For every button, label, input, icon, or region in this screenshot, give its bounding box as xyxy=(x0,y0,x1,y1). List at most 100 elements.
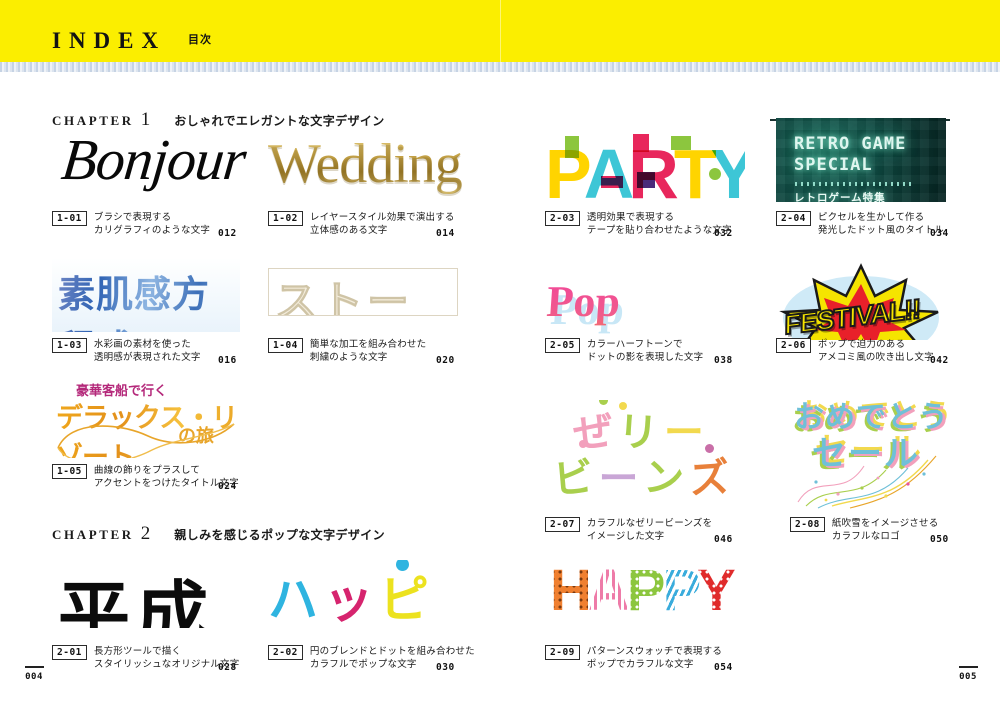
entry-2-06[interactable]: 2-06 ポップで迫力のある アメコミ風の吹き出し文字 xyxy=(776,338,934,365)
entry-2-08-line1: 紙吹雪をイメージさせる xyxy=(832,517,939,530)
artwork-retro-game: RETRO GAME SPECIAL レトロゲーム特集 xyxy=(776,118,946,202)
retro-game-dot-rule xyxy=(795,182,911,186)
entry-2-08[interactable]: 2-08 紙吹雪をイメージさせる カラフルなロゴ xyxy=(790,517,938,544)
deluxe-resort-swirl-flourish xyxy=(52,408,262,458)
artwork-wedding: Wedding xyxy=(268,132,468,202)
party-accent-block-2 xyxy=(633,134,649,152)
header-gutter-line xyxy=(500,0,501,62)
entry-1-03-line2: 透明感が表現された文字 xyxy=(94,351,201,364)
entry-2-01-line1: 長方形ツールで描く xyxy=(94,645,240,658)
artwork-omedetou-sale: おめでとう セール xyxy=(790,392,950,510)
jelly-bean-dot-4 xyxy=(705,444,714,453)
retro-game-japanese: レトロゲーム特集 xyxy=(794,190,946,202)
party-accent-block-3 xyxy=(637,172,655,188)
omedetou-confetti-streamers xyxy=(790,448,950,510)
entry-2-03-text: 透明効果で表現する テープを貼り合わせたような文字 xyxy=(587,211,732,238)
entry-1-01-badge: 1-01 xyxy=(52,211,87,226)
happy-letter-p1: P xyxy=(627,562,665,620)
entry-2-08-page: 050 xyxy=(930,534,949,545)
happy-katakana-char-2: ッ xyxy=(323,560,374,626)
folio-right-rule xyxy=(959,666,978,668)
artwork-jelly-beans: ぜ リ ー ビ ー ン ズ xyxy=(545,400,755,510)
entry-2-01[interactable]: 2-01 長方形ツールで描く スタイリッシュなオリジナル文字 xyxy=(52,645,239,672)
entry-2-07-line1: カラフルなゼリービーンズを xyxy=(587,517,712,530)
artwork-heisei: 平成 xyxy=(58,556,248,628)
entry-1-01-text: ブラシで表現する カリグラフィのような文字 xyxy=(94,211,210,238)
entry-1-02-text: レイヤースタイル効果で演出する 立体感のある文字 xyxy=(310,211,455,238)
entry-2-05-badge: 2-05 xyxy=(545,338,580,353)
entry-1-05-page: 024 xyxy=(218,481,237,492)
happy-english-letters: H A P P Y xyxy=(550,562,750,620)
entry-1-04-line1: 簡単な加工を組み合わせた xyxy=(310,338,426,351)
entry-2-08-badge: 2-08 xyxy=(790,517,825,532)
happy-letter-a: A xyxy=(588,562,629,620)
artwork-stole: ストール xyxy=(268,268,458,316)
entry-2-08-text: 紙吹雪をイメージさせる カラフルなロゴ xyxy=(832,517,939,544)
entry-2-09-line2: ポップでカラフルな文字 xyxy=(587,658,722,671)
artwork-happy-english: H A P P Y xyxy=(550,562,750,626)
entry-2-03[interactable]: 2-03 透明効果で表現する テープを貼り合わせたような文字 xyxy=(545,211,732,238)
entry-2-05[interactable]: 2-05 カラーハーフトーンで ドットの影を表現した文字 xyxy=(545,338,703,365)
jelly-char-7: ズ xyxy=(687,445,732,506)
page-title-japanese: 目次 xyxy=(188,35,212,46)
entry-2-09[interactable]: 2-09 パターンスウォッチで表現する ポップでカラフルな文字 xyxy=(545,645,722,672)
entry-2-03-badge: 2-03 xyxy=(545,211,580,226)
entry-2-07-line2: イメージした文字 xyxy=(587,530,712,543)
jelly-beans-line2: ビ ー ン ズ xyxy=(553,446,730,504)
entry-1-04-line2: 刺繍のような文字 xyxy=(310,351,426,364)
entry-2-04[interactable]: 2-04 ピクセルを生かして作る 発光したドット風のタイトル xyxy=(776,211,944,238)
entry-1-02-line2: 立体感のある文字 xyxy=(310,224,455,237)
entry-1-03-badge: 1-03 xyxy=(52,338,87,353)
entry-2-06-text: ポップで迫力のある アメコミ風の吹き出し文字 xyxy=(818,338,934,365)
happy-letter-y: Y xyxy=(697,562,735,620)
entry-2-09-badge: 2-09 xyxy=(545,645,580,660)
entry-2-06-line1: ポップで迫力のある xyxy=(818,338,934,351)
artwork-pop-cream: Pop Cream Pop Cream xyxy=(545,276,750,334)
entry-2-07-text: カラフルなゼリービーンズを イメージした文字 xyxy=(587,517,712,544)
entry-2-05-line2: ドットの影を表現した文字 xyxy=(587,351,703,364)
entry-2-03-page: 032 xyxy=(714,228,733,239)
entry-2-07[interactable]: 2-07 カラフルなゼリービーンズを イメージした文字 xyxy=(545,517,712,544)
entry-2-02-line1: 円のブレンドとドットを組み合わせた xyxy=(310,645,475,658)
entry-1-01-line2: カリグラフィのような文字 xyxy=(94,224,210,237)
entry-2-07-badge: 2-07 xyxy=(545,517,580,532)
jelly-bean-dot-2 xyxy=(619,402,627,410)
entry-1-03-line1: 水彩画の素材を使った xyxy=(94,338,201,351)
party-letter-a: A xyxy=(584,142,633,206)
folio-left: 004 xyxy=(14,666,54,682)
entry-2-08-line2: カラフルなロゴ xyxy=(832,530,939,543)
entry-1-02[interactable]: 1-02 レイヤースタイル効果で演出する 立体感のある文字 xyxy=(268,211,455,238)
artwork-suhada-reflection: 素肌感方程式 xyxy=(58,323,240,332)
entry-1-01-page: 012 xyxy=(218,228,237,239)
entry-1-02-badge: 1-02 xyxy=(268,211,303,226)
artwork-party: P A R T Y xyxy=(545,128,745,208)
entry-1-03[interactable]: 1-03 水彩画の素材を使った 透明感が表現された文字 xyxy=(52,338,201,365)
artwork-happy-katakana: ハ ッ ピ ー xyxy=(268,560,468,626)
entry-1-05-line1: 曲線の飾りをプラスして xyxy=(94,464,239,477)
entry-1-05[interactable]: 1-05 曲線の飾りをプラスして アクセントをつけたタイトル文字 xyxy=(52,464,239,491)
jelly-char-4: ビ xyxy=(551,444,597,505)
entry-1-01[interactable]: 1-01 ブラシで表現する カリグラフィのような文字 xyxy=(52,211,210,238)
folio-right: 005 xyxy=(948,666,988,682)
chapter-1-subtitle: おしゃれでエレガントな文字デザイン xyxy=(174,112,384,129)
entry-2-06-badge: 2-06 xyxy=(776,338,811,353)
entry-2-01-badge: 2-01 xyxy=(52,645,87,660)
artwork-festival: FESTIVAL!! xyxy=(776,262,951,340)
entry-1-04-badge: 1-04 xyxy=(268,338,303,353)
entry-2-09-line1: パターンスウォッチで表現する xyxy=(587,645,722,658)
entry-2-04-text: ピクセルを生かして作る 発光したドット風のタイトル xyxy=(818,211,944,238)
entry-1-05-badge: 1-05 xyxy=(52,464,87,479)
happy-letter-h: H xyxy=(550,562,591,620)
entry-2-04-page: 034 xyxy=(930,228,949,239)
stripe-divider xyxy=(0,62,1000,72)
entry-2-04-line2: 発光したドット風のタイトル xyxy=(818,224,944,237)
index-spread: INDEX 目次 CHAPTER 1 おしゃれでエレガントな文字デザイン Bon… xyxy=(0,0,1000,706)
entry-1-03-text: 水彩画の素材を使った 透明感が表現された文字 xyxy=(94,338,201,365)
chapter-2-word: CHAPTER xyxy=(52,527,134,543)
party-accent-dot xyxy=(709,168,721,180)
artwork-deluxe-resort: 豪華客船で行く デラックス・リゾート の旅 xyxy=(52,380,262,458)
entry-1-04[interactable]: 1-04 簡単な加工を組み合わせた 刺繍のような文字 xyxy=(268,338,426,365)
entry-1-02-page: 014 xyxy=(436,228,455,239)
entry-2-04-line1: ピクセルを生かして作る xyxy=(818,211,944,224)
artwork-pop-cream-text: Pop Cream xyxy=(545,276,750,334)
